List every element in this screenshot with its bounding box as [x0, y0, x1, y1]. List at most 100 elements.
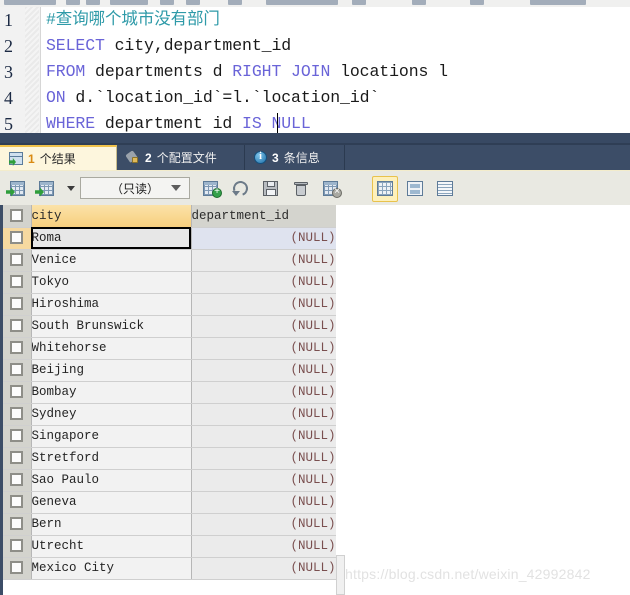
row-checkbox[interactable] [10, 539, 24, 553]
table-row[interactable]: Whitehorse (NULL) [3, 337, 337, 360]
row-checkbox[interactable] [10, 429, 24, 443]
cell-city[interactable]: Venice [31, 249, 192, 272]
row-checkbox[interactable] [10, 319, 24, 333]
cell-city[interactable]: Bern [31, 513, 192, 536]
import-wizard-button[interactable] [34, 176, 60, 202]
table-row[interactable]: Sydney (NULL) [3, 403, 337, 426]
cell-city[interactable]: Tokyo [31, 271, 192, 294]
row-select-cell[interactable] [3, 513, 32, 536]
scrollbar-thumb[interactable] [336, 555, 345, 595]
cell-city[interactable]: Bombay [31, 381, 192, 404]
cell-city[interactable]: Utrecht [31, 535, 192, 558]
row-checkbox[interactable] [10, 407, 24, 421]
column-header-city[interactable]: city [31, 205, 192, 228]
cell-department-id[interactable]: (NULL) [191, 271, 337, 294]
vertical-scrollbar[interactable] [336, 205, 345, 595]
table-row[interactable]: Singapore (NULL) [3, 425, 337, 448]
table-row[interactable]: Geneva (NULL) [3, 491, 337, 514]
table-row[interactable]: Bombay (NULL) [3, 381, 337, 404]
toolbar-dropdown-button[interactable] [63, 176, 79, 202]
tab-profile[interactable]: 2 个配置文件 [117, 145, 245, 170]
form-view-button[interactable] [402, 176, 428, 202]
row-select-cell[interactable] [3, 293, 32, 316]
editor-results-splitter[interactable] [0, 133, 630, 145]
row-checkbox[interactable] [10, 297, 24, 311]
row-select-cell[interactable] [3, 359, 32, 382]
cancel-record-button[interactable] [318, 176, 344, 202]
save-record-button[interactable] [258, 176, 284, 202]
cell-department-id[interactable]: (NULL) [191, 513, 337, 536]
row-select-cell[interactable] [3, 469, 32, 492]
cell-department-id[interactable]: (NULL) [191, 293, 337, 316]
cell-department-id[interactable]: (NULL) [191, 359, 337, 382]
select-all-cell[interactable] [3, 205, 32, 228]
cell-city[interactable]: Stretford [31, 447, 192, 470]
row-checkbox[interactable] [10, 231, 24, 245]
row-select-cell[interactable] [3, 535, 32, 558]
cell-department-id[interactable]: (NULL) [191, 469, 337, 492]
row-checkbox[interactable] [10, 385, 24, 399]
row-select-cell[interactable] [3, 227, 32, 250]
table-row[interactable]: Sao Paulo (NULL) [3, 469, 337, 492]
cell-city[interactable]: Sao Paulo [31, 469, 192, 492]
cell-department-id[interactable]: (NULL) [191, 447, 337, 470]
table-row[interactable]: Beijing (NULL) [3, 359, 337, 382]
row-select-cell[interactable] [3, 491, 32, 514]
tab-result[interactable]: 1 个结果 [0, 145, 117, 170]
row-select-cell[interactable] [3, 337, 32, 360]
column-header-department-id[interactable]: department_id [191, 205, 337, 228]
cell-city[interactable]: Beijing [31, 359, 192, 382]
row-select-cell[interactable] [3, 315, 32, 338]
delete-record-button[interactable] [288, 176, 314, 202]
row-select-cell[interactable] [3, 447, 32, 470]
row-checkbox[interactable] [10, 473, 24, 487]
row-select-cell[interactable] [3, 425, 32, 448]
cell-city[interactable]: Geneva [31, 491, 192, 514]
cell-department-id[interactable]: (NULL) [191, 425, 337, 448]
table-row[interactable]: Venice (NULL) [3, 249, 337, 272]
table-row[interactable]: Tokyo (NULL) [3, 271, 337, 294]
duplicate-record-button[interactable] [228, 176, 254, 202]
readonly-mode-select[interactable]: （只读） [80, 177, 190, 199]
row-checkbox[interactable] [10, 363, 24, 377]
cell-department-id[interactable]: (NULL) [191, 227, 337, 250]
table-row[interactable]: Bern (NULL) [3, 513, 337, 536]
cell-city[interactable]: Whitehorse [31, 337, 192, 360]
tab-messages[interactable]: 3 条信息 [245, 145, 345, 170]
table-row[interactable]: Stretford (NULL) [3, 447, 337, 470]
row-select-cell[interactable] [3, 557, 32, 580]
row-checkbox[interactable] [10, 517, 24, 531]
row-select-cell[interactable] [3, 271, 32, 294]
cell-department-id[interactable]: (NULL) [191, 403, 337, 426]
select-all-checkbox[interactable] [10, 208, 24, 222]
add-record-button[interactable] [198, 176, 224, 202]
grid-view-button[interactable] [372, 175, 398, 202]
sql-editor[interactable]: 1 2 3 4 5 #查询哪个城市没有部门 SELECT city,depart… [0, 7, 630, 137]
row-checkbox[interactable] [10, 561, 24, 575]
row-select-cell[interactable] [3, 249, 32, 272]
row-checkbox[interactable] [10, 253, 24, 267]
row-checkbox[interactable] [10, 495, 24, 509]
cell-department-id[interactable]: (NULL) [191, 337, 337, 360]
row-select-cell[interactable] [3, 403, 32, 426]
cell-city[interactable]: Roma [31, 227, 192, 250]
text-view-button[interactable] [432, 176, 458, 202]
row-checkbox[interactable] [10, 341, 24, 355]
cell-city[interactable]: Mexico City [31, 557, 192, 580]
cell-city[interactable]: Sydney [31, 403, 192, 426]
cell-city[interactable]: Singapore [31, 425, 192, 448]
cell-city[interactable]: Hiroshima [31, 293, 192, 316]
table-row[interactable]: Mexico City (NULL) [3, 557, 337, 580]
table-row[interactable]: Utrecht (NULL) [3, 535, 337, 558]
cell-department-id[interactable]: (NULL) [191, 381, 337, 404]
row-checkbox[interactable] [10, 275, 24, 289]
cell-department-id[interactable]: (NULL) [191, 249, 337, 272]
row-checkbox[interactable] [10, 451, 24, 465]
cell-department-id[interactable]: (NULL) [191, 557, 337, 580]
table-row[interactable]: South Brunswick (NULL) [3, 315, 337, 338]
table-row[interactable]: Hiroshima (NULL) [3, 293, 337, 316]
cell-department-id[interactable]: (NULL) [191, 315, 337, 338]
row-select-cell[interactable] [3, 381, 32, 404]
cell-city[interactable]: South Brunswick [31, 315, 192, 338]
table-row[interactable]: Roma (NULL) [3, 227, 337, 250]
